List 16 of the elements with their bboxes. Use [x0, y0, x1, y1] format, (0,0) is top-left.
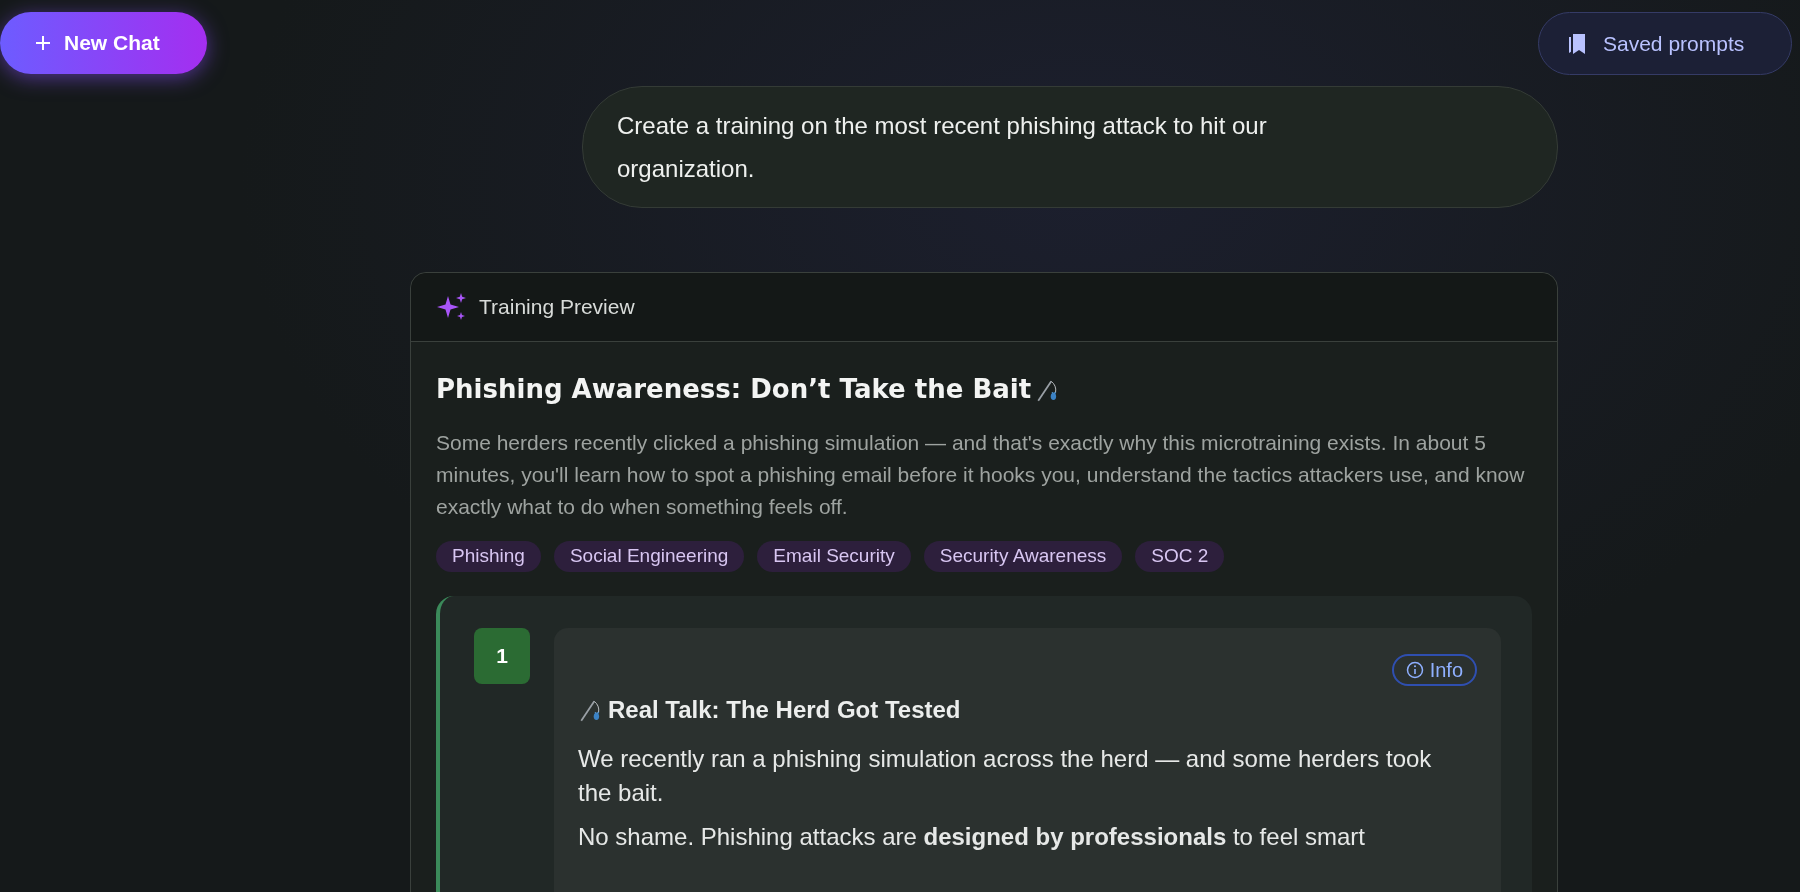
- new-chat-button[interactable]: New Chat: [0, 12, 207, 74]
- info-badge: Info: [1391, 654, 1477, 686]
- step-paragraph: No shame. Phishing attacks are designed by professionals to feel smart: [578, 822, 1366, 852]
- step-number: 1: [474, 628, 530, 684]
- tag: Social Engineering: [553, 541, 745, 572]
- user-message: Create a training on the most recent phishing attack to hit our organization.: [617, 111, 1268, 184]
- training-title: Phishing Awareness: Don’t Take the Bait: [436, 373, 1032, 406]
- step-paragraph: We recently ran a phishing simulation across the herd — and some herders took the bait.: [578, 744, 1433, 808]
- tag: Phishing: [436, 541, 541, 572]
- training-description: Some herders recently clicked a phishing simulation — and that's exactly why this microtraining exists. In about 5 minutes, you'll learn how to spot a phishing email before it hooks you, understand the tactics attackers use, and know exactly what to do when something feels off.: [436, 430, 1526, 520]
- tag: Email Security: [757, 541, 911, 572]
- step-heading: Real Talk: The Herd Got Tested: [608, 695, 961, 725]
- tag: SOC 2: [1135, 541, 1225, 572]
- tag: Security Awareness: [923, 541, 1123, 572]
- preview-label: Training Preview: [479, 294, 635, 321]
- saved-prompts-button[interactable]: Saved prompts: [1538, 12, 1792, 75]
